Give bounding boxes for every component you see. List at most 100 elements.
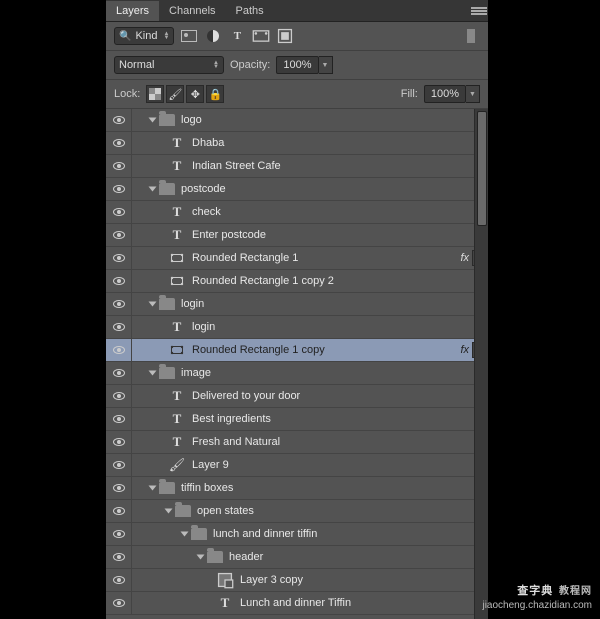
visibility-toggle[interactable] — [106, 362, 132, 384]
filter-kind-select[interactable]: 🔍 Kind ▲▼ — [114, 27, 174, 45]
disclosure-icon[interactable] — [197, 555, 205, 560]
filter-options-icon[interactable] — [462, 27, 480, 45]
disclosure-icon[interactable] — [181, 532, 189, 537]
shape-layer-icon — [168, 272, 186, 290]
layer-row[interactable]: Layer 3 copy — [106, 569, 488, 592]
layer-name: Dhaba — [192, 137, 488, 149]
fill-label: Fill: — [401, 88, 418, 100]
layer-row[interactable]: TLunch and dinner Tiffin — [106, 592, 488, 615]
layer-row[interactable]: T Fresh and Natural — [106, 431, 488, 454]
visibility-toggle[interactable] — [106, 178, 132, 200]
layer-row[interactable]: postcode — [106, 178, 488, 201]
eye-icon — [113, 116, 125, 124]
disclosure-icon[interactable] — [149, 187, 157, 192]
filter-pixel-icon[interactable] — [180, 27, 198, 45]
lock-pixels-icon[interactable]: 🖌 — [166, 85, 184, 103]
tab-paths[interactable]: Paths — [226, 1, 274, 21]
visibility-toggle[interactable] — [106, 523, 132, 545]
visibility-toggle[interactable] — [106, 431, 132, 453]
folder-icon — [175, 505, 191, 517]
visibility-toggle[interactable] — [106, 592, 132, 614]
visibility-toggle[interactable] — [106, 546, 132, 568]
visibility-toggle[interactable] — [106, 408, 132, 430]
layer-name: Fresh and Natural — [192, 436, 488, 448]
eye-icon — [113, 231, 125, 239]
eye-icon — [113, 277, 125, 285]
layer-row[interactable]: login — [106, 293, 488, 316]
visibility-toggle[interactable] — [106, 477, 132, 499]
type-layer-icon: T — [168, 433, 186, 451]
tab-layers[interactable]: Layers — [106, 1, 159, 21]
layer-row[interactable]: Rounded Rectangle 1 copy 2 — [106, 270, 488, 293]
disclosure-icon[interactable] — [165, 509, 173, 514]
layer-row[interactable]: image — [106, 362, 488, 385]
layer-name: header — [229, 551, 488, 563]
layer-row[interactable]: 🖌Layer 9 — [106, 454, 488, 477]
visibility-toggle[interactable] — [106, 454, 132, 476]
layer-row[interactable]: tiffin boxes — [106, 477, 488, 500]
blend-mode-select[interactable]: Normal ▲▼ — [114, 56, 224, 74]
fx-label: fx — [460, 252, 469, 264]
fill-dropdown-icon[interactable]: ▼ — [466, 85, 480, 103]
eye-icon — [113, 254, 125, 262]
visibility-toggle[interactable] — [106, 270, 132, 292]
visibility-toggle[interactable] — [106, 247, 132, 269]
layer-row[interactable]: Rounded Rectangle 1fx▼ — [106, 247, 488, 270]
scrollbar-thumb[interactable] — [477, 111, 487, 226]
visibility-toggle[interactable] — [106, 316, 132, 338]
tab-channels[interactable]: Channels — [159, 1, 225, 21]
visibility-toggle[interactable] — [106, 293, 132, 315]
visibility-toggle[interactable] — [106, 385, 132, 407]
lock-all-icon[interactable]: 🔒 — [206, 85, 224, 103]
layer-row[interactable]: header — [106, 546, 488, 569]
visibility-toggle[interactable] — [106, 224, 132, 246]
filter-shape-icon[interactable] — [252, 27, 270, 45]
updown-icon: ▲▼ — [163, 32, 169, 40]
fill-value[interactable]: 100% — [424, 85, 466, 103]
filter-type-icon[interactable]: T — [228, 27, 246, 45]
layer-row[interactable]: TDhaba — [106, 132, 488, 155]
layer-row[interactable]: TIndian Street Cafe — [106, 155, 488, 178]
layer-name: image — [181, 367, 488, 379]
layer-row[interactable]: Tlogin — [106, 316, 488, 339]
layer-row[interactable]: logo — [106, 109, 488, 132]
layer-name: Rounded Rectangle 1 copy 2 — [192, 275, 488, 287]
layer-row[interactable]: lunch and dinner tiffin — [106, 523, 488, 546]
eye-icon — [113, 369, 125, 377]
visibility-toggle[interactable] — [106, 109, 132, 131]
lock-transparent-icon[interactable] — [146, 85, 164, 103]
layer-row[interactable]: open states — [106, 500, 488, 523]
visibility-toggle[interactable] — [106, 155, 132, 177]
visibility-toggle[interactable] — [106, 339, 132, 361]
filter-adjust-icon[interactable] — [204, 27, 222, 45]
disclosure-icon[interactable] — [149, 371, 157, 376]
opacity-value[interactable]: 100% — [276, 56, 318, 74]
layer-row[interactable]: Rounded Rectangle 1 copyfx▼ — [106, 339, 488, 362]
panel-menu-icon[interactable] — [470, 0, 488, 22]
eye-icon — [113, 300, 125, 308]
shape-layer-icon — [168, 249, 186, 267]
disclosure-icon[interactable] — [149, 302, 157, 307]
visibility-toggle[interactable] — [106, 132, 132, 154]
visibility-toggle[interactable] — [106, 500, 132, 522]
opacity-dropdown-icon[interactable]: ▼ — [319, 56, 333, 74]
disclosure-icon[interactable] — [149, 486, 157, 491]
visibility-toggle[interactable] — [106, 569, 132, 591]
eye-icon — [113, 484, 125, 492]
layer-row[interactable]: TDelivered to your door — [106, 385, 488, 408]
folder-icon — [159, 183, 175, 195]
folder-icon — [159, 367, 175, 379]
lock-position-icon[interactable]: ✥ — [186, 85, 204, 103]
folder-icon — [159, 298, 175, 310]
layer-row[interactable]: Tcheck — [106, 201, 488, 224]
disclosure-icon[interactable] — [149, 118, 157, 123]
watermark: 查字典 教程网 jiaocheng.chazidian.com — [482, 582, 592, 613]
scrollbar[interactable] — [474, 109, 488, 619]
visibility-toggle[interactable] — [106, 201, 132, 223]
brush-layer-icon: 🖌 — [168, 456, 186, 474]
eye-icon — [113, 185, 125, 193]
layer-row[interactable]: TEnter postcode — [106, 224, 488, 247]
layer-row[interactable]: TBest ingredients — [106, 408, 488, 431]
filter-smart-icon[interactable] — [276, 27, 294, 45]
layers-panel: Layers Channels Paths 🔍 Kind ▲▼ T Normal… — [106, 0, 488, 619]
